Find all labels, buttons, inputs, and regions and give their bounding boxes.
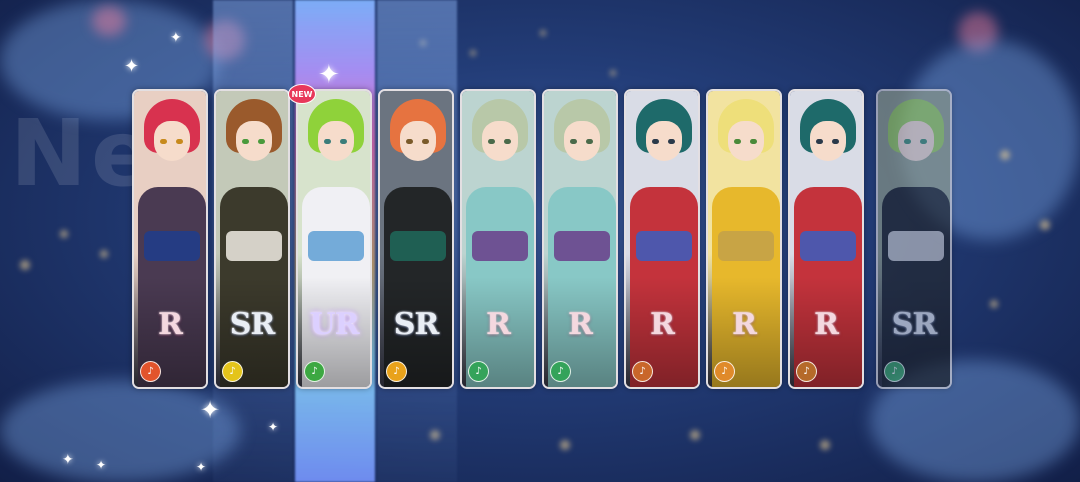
character-portrait: [708, 91, 780, 387]
character-accessory: [226, 231, 282, 261]
character-eye: [324, 139, 331, 144]
rarity-label: SR: [891, 307, 938, 342]
green-note-icon: ♪: [884, 361, 905, 382]
character-accessory: [472, 231, 528, 261]
character-portrait: [462, 91, 534, 387]
result-card[interactable]: R ♪: [788, 89, 864, 389]
rarity-label: R: [732, 307, 757, 342]
rarity-label: SR: [229, 307, 276, 342]
character-eye: [488, 139, 495, 144]
yellow-note-icon: ♪: [222, 361, 243, 382]
rarity-label: R: [814, 307, 839, 342]
rarity-label: R: [650, 307, 675, 342]
character-eye: [750, 139, 757, 144]
character-portrait: [134, 91, 206, 387]
result-card[interactable]: R ♪: [624, 89, 700, 389]
character-portrait: [298, 91, 370, 387]
character-accessory: [636, 231, 692, 261]
result-card[interactable]: SR ♪: [378, 89, 454, 389]
rarity-label: R: [486, 307, 511, 342]
character-eye: [422, 139, 429, 144]
result-card[interactable]: R ♪: [460, 89, 536, 389]
character-portrait: [790, 91, 862, 387]
character-eye: [832, 139, 839, 144]
character-eye: [734, 139, 741, 144]
character-accessory: [144, 231, 200, 261]
rarity-label: R: [568, 307, 593, 342]
orange-note-icon: ♪: [632, 361, 653, 382]
character-portrait: [216, 91, 288, 387]
gacha-result-cards: R ♪ SR ♪ UR ♪ SR ♪ R ♪ R ♪ R ♪ R ♪ R ♪ SR ♪: [0, 0, 1080, 482]
orange-note-icon: ♪: [714, 361, 735, 382]
character-eye: [920, 139, 927, 144]
rarity-label: UR: [309, 307, 359, 342]
character-eye: [504, 139, 511, 144]
character-eye: [668, 139, 675, 144]
result-card[interactable]: R ♪: [132, 89, 208, 389]
character-portrait: [626, 91, 698, 387]
result-card[interactable]: SR ♪: [214, 89, 290, 389]
character-accessory: [308, 231, 364, 261]
character-eye: [258, 139, 265, 144]
character-eye: [340, 139, 347, 144]
result-card[interactable]: SR ♪: [876, 89, 952, 389]
character-eye: [652, 139, 659, 144]
character-eye: [904, 139, 911, 144]
yellow-note-icon: ♪: [386, 361, 407, 382]
character-portrait: [878, 91, 950, 387]
character-eye: [816, 139, 823, 144]
character-portrait: [544, 91, 616, 387]
character-eye: [406, 139, 413, 144]
character-eye: [176, 139, 183, 144]
character-accessory: [390, 231, 446, 261]
character-accessory: [554, 231, 610, 261]
rarity-label: SR: [393, 307, 440, 342]
character-accessory: [888, 231, 944, 261]
character-eye: [570, 139, 577, 144]
new-badge: NEW: [288, 84, 316, 104]
result-card[interactable]: R ♪: [542, 89, 618, 389]
green-note-icon: ♪: [550, 361, 571, 382]
pink-note-icon: ♪: [140, 361, 161, 382]
character-eye: [160, 139, 167, 144]
result-card[interactable]: UR ♪: [296, 89, 372, 389]
character-eye: [586, 139, 593, 144]
character-accessory: [800, 231, 856, 261]
rarity-label: R: [158, 307, 183, 342]
character-accessory: [718, 231, 774, 261]
result-card[interactable]: R ♪: [706, 89, 782, 389]
orange-note-icon: ♪: [796, 361, 817, 382]
green-note-icon: ♪: [468, 361, 489, 382]
green-note-icon: ♪: [304, 361, 325, 382]
character-eye: [242, 139, 249, 144]
character-portrait: [380, 91, 452, 387]
